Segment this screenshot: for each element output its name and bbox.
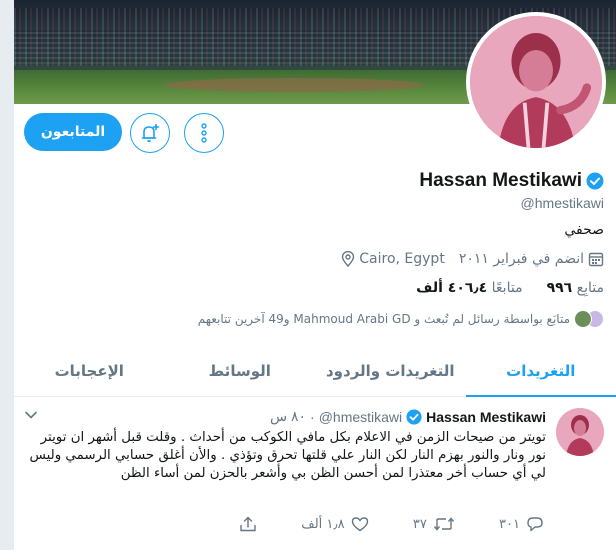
display-name-row: Hassan Mestikawi	[419, 170, 604, 192]
location: Cairo, Egypt	[341, 251, 445, 267]
retweet-count: ٣٧	[412, 516, 427, 532]
tweet[interactable]: ٨٠ س · @hmestikawi Hassan Mestikawi تويت…	[14, 398, 616, 550]
heart-icon	[351, 517, 368, 532]
bell-plus-icon	[141, 123, 160, 143]
profile-handle: @hmestikawi	[520, 195, 604, 211]
profile-meta: انضم في فبراير ٢٠١١ Cairo, Egypt	[341, 251, 604, 267]
location-text: Cairo, Egypt	[359, 251, 445, 267]
verified-badge-icon	[586, 172, 604, 190]
tweet-handle: @hmestikawi	[318, 408, 403, 425]
following-stat[interactable]: متابِع ٩٩٦	[543, 280, 604, 296]
tweet-text: تويتر من صيحات الزمن في الاعلام بكل مافي…	[29, 430, 546, 481]
profile-tabs: التغريدات التغريدات والردود الوسائط الإع…	[14, 345, 616, 397]
tweet-author-name[interactable]: Hassan Mestikawi	[426, 409, 546, 425]
tab-media[interactable]: الوسائط	[165, 345, 316, 396]
follow-stats: متابِع ٩٩٦ متابعًا ٤٠٦٫٤ ألف	[412, 280, 604, 296]
followers-stat[interactable]: متابعًا ٤٠٦٫٤ ألف	[412, 280, 522, 296]
notifications-button[interactable]	[130, 113, 170, 153]
display-name: Hassan Mestikawi	[419, 170, 582, 191]
profile-avatar[interactable]	[466, 12, 606, 152]
tab-tweets-and-replies[interactable]: التغريدات والردود	[315, 345, 466, 396]
followers-you-know[interactable]: متابَع بواسطة رسائل لم تُبعث و Mahmoud A…	[198, 310, 604, 328]
profile-bio: صحفي	[564, 222, 604, 238]
following-button[interactable]: المتابعون	[24, 113, 122, 151]
follower-avatars	[574, 310, 604, 328]
avatar-photo	[470, 16, 602, 148]
following-button-label: المتابعون	[40, 124, 106, 140]
more-vertical-icon	[201, 123, 207, 143]
reply-button[interactable]: ٣٠١	[499, 516, 544, 532]
tab-tweets[interactable]: التغريدات	[465, 345, 616, 397]
like-count: ١٫٨ ألف	[301, 516, 345, 532]
tweet-header: ٨٠ س · @hmestikawi Hassan Mestikawi	[270, 408, 546, 425]
share-button[interactable]	[239, 516, 257, 532]
more-options-button[interactable]	[184, 113, 224, 153]
retweet-button[interactable]: ٣٧	[413, 516, 455, 532]
followers-count: ٤٠٦٫٤ ألف	[416, 280, 488, 296]
avatar-photo	[556, 408, 604, 456]
reply-count: ٣٠١	[499, 516, 520, 532]
tweet-actions: ٣٠١ ٣٧ ١٫٨ ألف	[239, 516, 544, 532]
share-icon	[240, 516, 256, 532]
profile-card: المتابعون Hassan Mestikawi @hmestikawi ص…	[14, 0, 616, 550]
followers-label: متابعًا	[491, 280, 523, 296]
followers-you-know-text: متابَع بواسطة رسائل لم تُبعث و Mahmoud A…	[197, 312, 570, 326]
like-button[interactable]: ١٫٨ ألف	[301, 516, 368, 532]
following-count: ٩٩٦	[546, 280, 573, 296]
following-label: متابِع	[576, 280, 604, 296]
verified-badge-icon	[406, 408, 422, 425]
avatar	[574, 310, 592, 328]
location-pin-icon	[342, 251, 355, 267]
calendar-icon	[588, 252, 604, 267]
tab-likes[interactable]: الإعجابات	[14, 345, 165, 396]
tweet-avatar[interactable]	[556, 408, 604, 456]
tweet-timestamp[interactable]: ٨٠ س	[270, 408, 306, 425]
chevron-down-icon	[25, 411, 37, 419]
join-date: انضم في فبراير ٢٠١١	[459, 251, 604, 267]
join-date-text: انضم في فبراير ٢٠١١	[458, 251, 584, 267]
tweet-menu-button[interactable]	[24, 410, 38, 420]
retweet-icon	[433, 517, 454, 531]
reply-icon	[527, 517, 543, 532]
